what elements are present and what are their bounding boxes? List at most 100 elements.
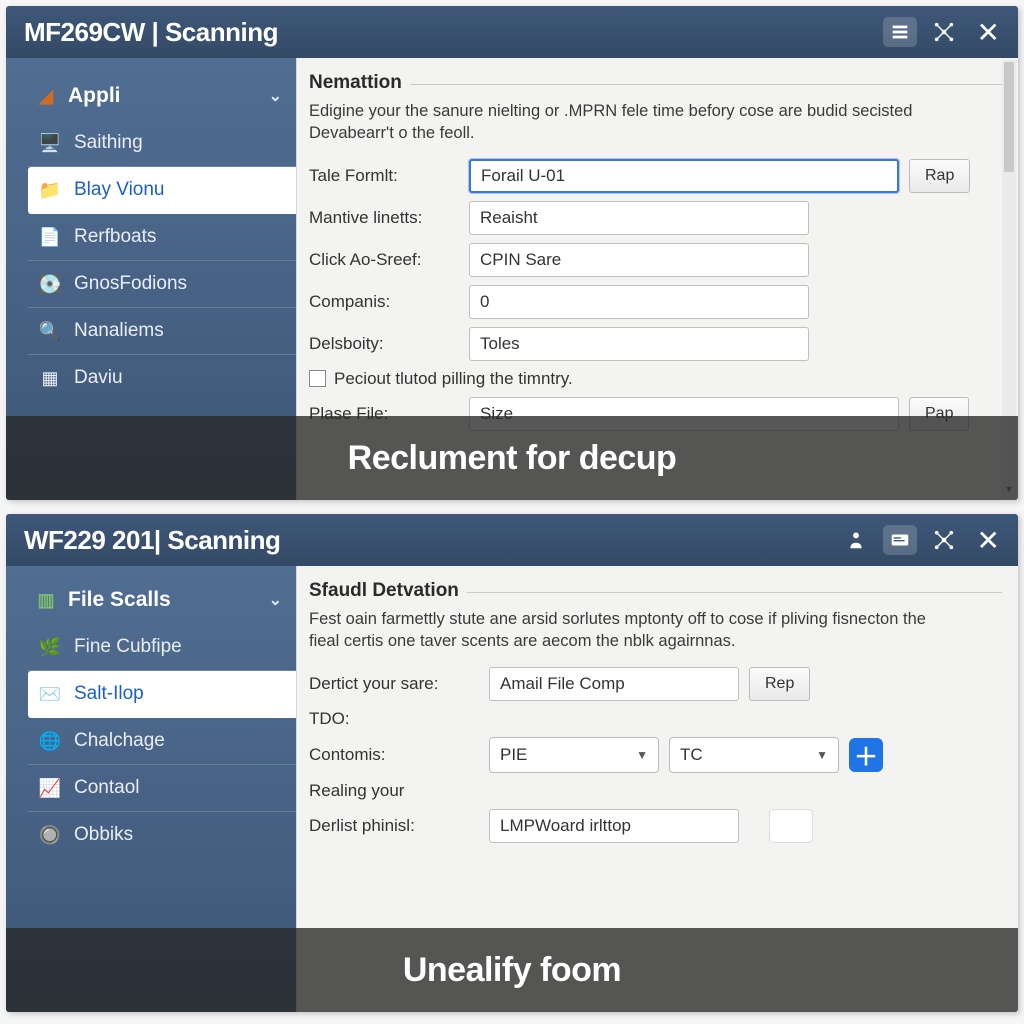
sidebar-item-gnosfodions[interactable]: 💽 GnosFodions [28, 261, 296, 308]
sidebar-item-label: Contaol [74, 777, 140, 799]
section-desc-top: Edigine your the sanure nielting or .MPR… [309, 100, 949, 145]
row-delsboity: Delsboity: [309, 327, 1002, 361]
row-checkbox[interactable]: Peciout tlutod pilling the timntry. [309, 369, 1002, 389]
globe-icon: 🌐 [38, 730, 62, 752]
sidebar-header-top[interactable]: ◢ Appli ⌄ [28, 76, 296, 120]
label-mantive: Mantive linetts: [309, 208, 459, 228]
file-scalls-icon: ▥ [34, 589, 58, 611]
sidebar-item-label: Nanaliems [74, 320, 164, 342]
input-mantive[interactable] [469, 201, 809, 235]
sidebar-header-label: File Scalls [68, 588, 171, 612]
input-companis[interactable] [469, 285, 809, 319]
checkbox-label: Peciout tlutod pilling the timntry. [334, 369, 573, 389]
sidebar-item-label: GnosFodions [74, 273, 187, 295]
sidebar-item-nanaliems[interactable]: 🔍 Nanaliems [28, 308, 296, 355]
checkbox-peciout[interactable] [309, 370, 326, 387]
sidebar-item-salt-ilop[interactable]: ✉️ Salt-Ilop [28, 671, 296, 718]
input-click-aosreef[interactable] [469, 243, 809, 277]
label-realing: Realing your [309, 781, 479, 801]
row-contomis: Contomis: PIE ▼ TC ▼ ＋ [309, 737, 1002, 773]
toolbar-config-icon[interactable] [883, 17, 917, 47]
select-contomis-2[interactable]: TC ▼ [669, 737, 839, 773]
select-contomis-1[interactable]: PIE ▼ [489, 737, 659, 773]
sidebar-item-fine-cubfipe[interactable]: 🌿 Fine Cubfipe [28, 624, 296, 671]
sidebar-item-label: Salt-Ilop [74, 683, 144, 705]
sidebar-item-daviu[interactable]: ▦ Daviu [28, 355, 296, 401]
sidebar-item-chalchage[interactable]: 🌐 Chalchage [28, 718, 296, 765]
window-title: WF229 201| Scanning [24, 525, 829, 556]
leaf-icon: 🌿 [38, 636, 62, 658]
toolbar-network-icon[interactable] [927, 525, 961, 555]
window-bottom: WF229 201| Scanning ✕ ▥ File Scalls ⌄ 🌿 … [6, 514, 1018, 1012]
sidebar-item-contaol[interactable]: 📈 Contaol [28, 765, 296, 812]
select-value: PIE [500, 745, 527, 765]
sidebar-item-label: Daviu [74, 367, 123, 389]
envelope-icon: ✉️ [38, 683, 62, 705]
row-derlist: Derlist phinisl: [309, 809, 1002, 843]
input-tale-formlt[interactable] [469, 159, 899, 193]
monitor-icon: 🖥️ [38, 132, 62, 154]
caret-down-icon: ▼ [816, 748, 828, 762]
rep-button[interactable]: Rep [749, 667, 810, 701]
overlay-top: Reclument for decup [6, 416, 1018, 500]
window-title: MF269CW | Scanning [24, 17, 873, 48]
chevron-down-icon: ⌄ [269, 590, 282, 610]
close-icon[interactable]: ✕ [971, 524, 1006, 557]
caret-down-icon: ▼ [636, 748, 648, 762]
input-dertict[interactable] [489, 667, 739, 701]
card-icon[interactable] [883, 525, 917, 555]
label-tdo: TDO: [309, 709, 479, 729]
window-top: MF269CW | Scanning ✕ ◢ Appli ⌄ 🖥️ Saithi… [6, 6, 1018, 500]
blank-button[interactable] [769, 809, 813, 843]
lens-icon: 🔘 [38, 824, 62, 846]
sidebar-item-label: Chalchage [74, 730, 165, 752]
label-tale-formlt: Tale Formlt: [309, 166, 459, 186]
section-title-bottom: Sfaudl Detvation [309, 580, 1002, 602]
titlebar-top: MF269CW | Scanning ✕ [6, 6, 1018, 58]
row-tale-formlt: Tale Formlt: Rap [309, 159, 1002, 193]
scroll-thumb[interactable] [1004, 62, 1014, 172]
label-dertict: Dertict your sare: [309, 674, 479, 694]
row-mantive: Mantive linetts: [309, 201, 1002, 235]
section-title-label: Nemattion [309, 72, 402, 94]
row-tdo: TDO: [309, 709, 1002, 729]
sidebar-item-rerfboats[interactable]: 📄 Rerfboats [28, 214, 296, 261]
row-realing: Realing your [309, 781, 1002, 801]
sidebar-item-obbiks[interactable]: 🔘 Obbiks [28, 812, 296, 858]
sidebar-item-saithing[interactable]: 🖥️ Saithing [28, 120, 296, 167]
sidebar-header-label: Appli [68, 84, 121, 108]
input-delsboity[interactable] [469, 327, 809, 361]
sidebar-item-blay-vionu[interactable]: 📁 Blay Vionu [28, 167, 296, 214]
select-value: TC [680, 745, 703, 765]
section-rule [410, 84, 1002, 85]
sidebar-item-label: Rerfboats [74, 226, 156, 248]
sidebar-header-bottom[interactable]: ▥ File Scalls ⌄ [28, 580, 296, 624]
rap-button[interactable]: Rap [909, 159, 970, 193]
sidebar-item-label: Blay Vionu [74, 179, 165, 201]
label-contomis: Contomis: [309, 745, 479, 765]
grid-icon: ▦ [38, 367, 62, 389]
section-title-top: Nemattion [309, 72, 1002, 94]
row-dertict: Dertict your sare: Rep [309, 667, 1002, 701]
add-button[interactable]: ＋ [849, 738, 883, 772]
row-click-aosreef: Click Ao-Sreef: [309, 243, 1002, 277]
row-companis: Companis: [309, 285, 1002, 319]
sidebar-item-label: Obbiks [74, 824, 133, 846]
titlebar-bottom: WF229 201| Scanning ✕ [6, 514, 1018, 566]
appli-icon: ◢ [34, 85, 58, 107]
close-icon[interactable]: ✕ [971, 16, 1006, 49]
sidebar-item-label: Saithing [74, 132, 143, 154]
label-companis: Companis: [309, 292, 459, 312]
section-title-label: Sfaudl Detvation [309, 580, 459, 602]
overlay-bottom: Unealify foom [6, 928, 1018, 1012]
document-icon: 📄 [38, 226, 62, 248]
person-icon[interactable] [839, 525, 873, 555]
disk-icon: 💽 [38, 273, 62, 295]
overlay-label-top: Reclument for decup [348, 439, 677, 478]
folder-icon: 📁 [38, 179, 62, 201]
search-icon: 🔍 [38, 320, 62, 342]
overlay-label-bottom: Unealify foom [403, 951, 621, 990]
toolbar-network-icon[interactable] [927, 17, 961, 47]
input-derlist[interactable] [489, 809, 739, 843]
section-rule [467, 592, 1002, 593]
